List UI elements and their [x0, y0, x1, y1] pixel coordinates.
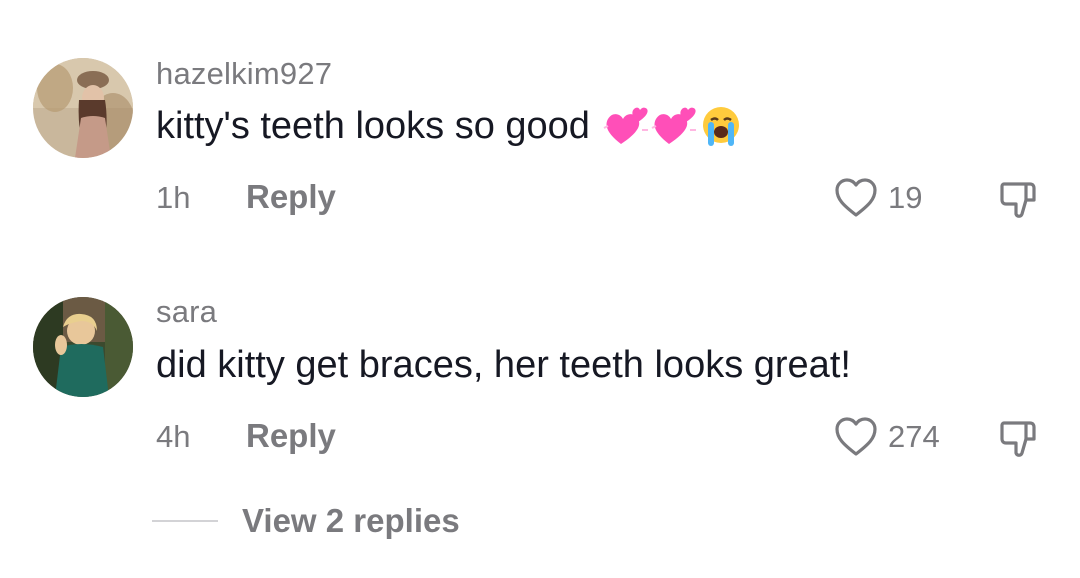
comment-body: did kitty get braces, her teeth looks gr…: [156, 343, 851, 386]
avatar-image-icon: [33, 297, 133, 397]
comment-item: sara did kitty get braces, her teeth loo…: [0, 0, 1080, 457]
like-count: 274: [888, 419, 940, 454]
comment-username[interactable]: sara: [156, 294, 217, 330]
avatar[interactable]: [33, 297, 133, 397]
divider: [152, 520, 218, 522]
comment-text: did kitty get braces, her teeth looks gr…: [156, 341, 851, 389]
reply-button[interactable]: Reply: [246, 417, 336, 455]
comment-time: 4h: [156, 419, 191, 454]
dislike-icon[interactable]: [996, 415, 1042, 461]
view-replies-button[interactable]: View 2 replies: [242, 502, 460, 540]
heart-icon[interactable]: [833, 414, 879, 460]
